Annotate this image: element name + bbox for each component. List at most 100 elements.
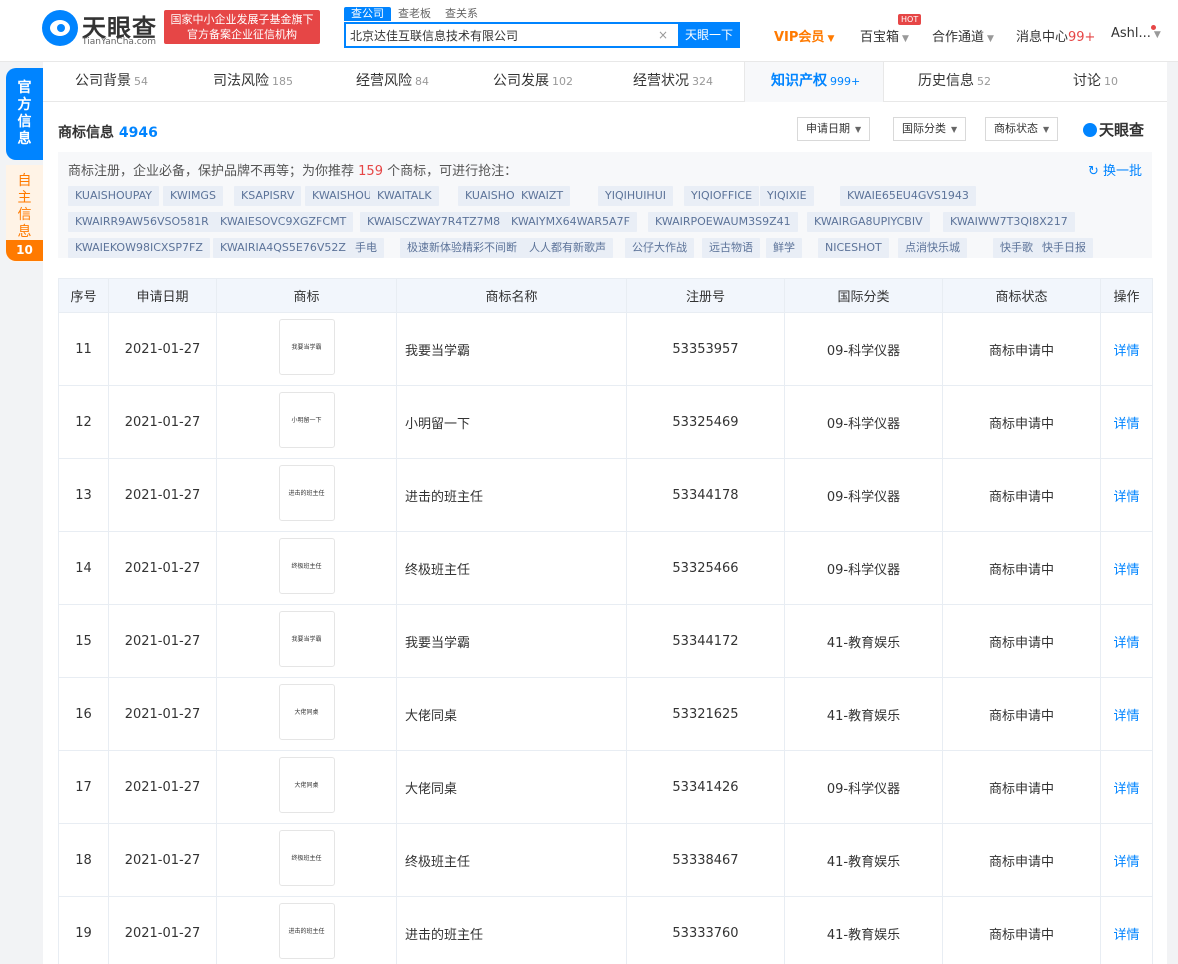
tianyancha-logo[interactable]: 天眼查 TianYanCha.com <box>42 8 157 47</box>
clear-icon[interactable]: × <box>658 28 668 42</box>
message-center-link[interactable]: 消息中心99+ <box>1016 26 1095 45</box>
tab-label: 经营风险 <box>356 73 412 89</box>
cooperation-menu[interactable]: 合作通道 ▼ <box>932 26 994 45</box>
tab-label: 历史信息 <box>918 73 974 89</box>
tab-company-development[interactable]: 公司发展 102 <box>493 62 573 102</box>
recommend-chip[interactable]: KWAISCZWAY7R4TZ7M8 <box>360 212 508 232</box>
table-row: 12 2021-01-27 小明留一下 小明留一下 53325469 09-科学仪器 商标申… <box>58 385 1153 459</box>
sidebar-official-info[interactable]: 官方信息 <box>6 68 43 160</box>
recommend-chip[interactable]: 远古物语 <box>702 238 760 258</box>
detail-link[interactable]: 详情 <box>1113 709 1139 724</box>
trademark-image[interactable]: 我要当学霸 <box>278 319 335 375</box>
trademark-image[interactable]: 小明留一下 <box>278 392 335 448</box>
chevron-down-icon: ▼ <box>827 34 835 44</box>
row-intl-class: 41-教育娱乐 <box>784 677 943 751</box>
search-button[interactable]: 天眼一下 <box>678 24 740 46</box>
row-index: 13 <box>58 458 109 532</box>
recommend-chip[interactable]: NICESHOT <box>818 238 889 258</box>
recommend-chip[interactable]: YIQIOFFICE <box>684 186 760 206</box>
filter-mark-status[interactable]: 商标状态 ▼ <box>985 117 1059 141</box>
recommend-chip[interactable]: KWAIRPOEWAUM3S9Z41 <box>648 212 798 232</box>
recommend-chip[interactable]: 极速新体验精彩不间断 <box>400 238 524 258</box>
tab-discussion[interactable]: 讨论 10 <box>1073 62 1118 102</box>
row-reg-number: 53344172 <box>626 604 785 678</box>
tab-judicial-risk[interactable]: 司法风险 185 <box>213 62 293 102</box>
row-apply-date: 2021-01-27 <box>108 896 217 964</box>
recommend-chip[interactable]: KWAITALK <box>370 186 439 206</box>
search-input[interactable] <box>350 24 650 46</box>
recommend-chip[interactable]: KWAIRIA4QS5E76V52Z <box>213 238 353 258</box>
detail-link[interactable]: 详情 <box>1113 928 1139 943</box>
logo-domain: TianYanCha.com <box>82 37 157 47</box>
recommend-chip[interactable]: KWAIZT <box>514 186 571 206</box>
tab-company-background[interactable]: 公司背景 54 <box>75 62 148 102</box>
trademark-image[interactable]: 我要当学霸 <box>278 611 335 667</box>
recommend-chip[interactable]: KWAIYMX64WAR5A7F <box>504 212 637 232</box>
detail-link[interactable]: 详情 <box>1113 855 1139 870</box>
trademark-image[interactable]: 进击的班主任 <box>278 465 335 521</box>
recommend-chip[interactable]: YIQIHUIHUI <box>598 186 673 206</box>
recommend-chip[interactable]: 快手日报 <box>1035 238 1093 258</box>
trademark-image[interactable]: 大佬同桌 <box>278 757 335 813</box>
recommend-chip[interactable]: KWAIWW7T3QI8X217 <box>943 212 1075 232</box>
recommend-chip[interactable]: 人人都有新歌声 <box>522 238 613 258</box>
row-action-cell: 详情 <box>1100 823 1153 897</box>
row-apply-date: 2021-01-27 <box>108 531 217 605</box>
recommend-chip[interactable]: 公仔大作战 <box>625 238 694 258</box>
filter-intl-class[interactable]: 国际分类 ▼ <box>893 117 967 141</box>
recommend-chip[interactable]: KWAIE65EU4GVS1943 <box>840 186 976 206</box>
header-action: 操作 <box>1100 278 1153 313</box>
search-tab-company[interactable]: 查公司 <box>344 7 391 21</box>
tab-business-status[interactable]: 经营状况 324 <box>633 62 713 102</box>
trademark-image[interactable]: 终极班主任 <box>278 538 335 594</box>
detail-link[interactable]: 详情 <box>1113 636 1139 651</box>
filter-label: 国际分类 <box>902 122 946 135</box>
search-tab-boss[interactable]: 查老板 <box>391 7 438 21</box>
table-row: 13 2021-01-27 进击的班主任 进击的班主任 53344178 09-科学仪器商… <box>58 458 1153 532</box>
detail-link[interactable]: 详情 <box>1113 490 1139 505</box>
trademark-image[interactable]: 终极班主任 <box>278 830 335 886</box>
recommend-chip[interactable]: KWAIRR9AW56VSO581R <box>68 212 216 232</box>
recommend-chip[interactable]: YIQIXIE <box>760 186 814 206</box>
chevron-down-icon: ▼ <box>1153 30 1161 40</box>
recommend-chip[interactable]: 快手歌 <box>993 238 1040 258</box>
detail-link[interactable]: 详情 <box>1113 563 1139 578</box>
recommend-chip[interactable]: KSAPISRV <box>234 186 302 206</box>
tab-count: 324 <box>692 75 713 88</box>
detail-link[interactable]: 详情 <box>1113 417 1139 432</box>
recommend-chip[interactable]: KWAIESOVC9XGZFCMT <box>213 212 354 232</box>
detail-link[interactable]: 详情 <box>1113 782 1139 797</box>
refresh-button[interactable]: ↻ 换一批 <box>1088 160 1142 179</box>
tab-count: 54 <box>134 75 148 88</box>
detail-link[interactable]: 详情 <box>1113 344 1139 359</box>
row-index: 17 <box>58 750 109 824</box>
row-mark-name: 我要当学霸 <box>396 312 627 386</box>
recommend-chip[interactable]: KWAIRGA8UPIYCBIV <box>807 212 930 232</box>
recommend-chip[interactable]: KWAIEKOW98ICXSP7FZ <box>68 238 210 258</box>
recommend-chip[interactable]: 点消快乐城 <box>898 238 967 258</box>
row-action-cell: 详情 <box>1100 531 1153 605</box>
recommend-chip[interactable]: KUAISHOUPAY <box>68 186 160 206</box>
vip-member-menu[interactable]: VIP会员 ▼ <box>774 26 834 45</box>
recommend-chip[interactable]: KWIMGS <box>163 186 223 206</box>
eye-logo-icon <box>1083 123 1097 137</box>
row-intl-class: 41-教育娱乐 <box>784 896 943 964</box>
row-action-cell: 详情 <box>1100 385 1153 459</box>
recommend-chip[interactable]: 手电 <box>348 238 384 258</box>
tab-business-risk[interactable]: 经营风险 84 <box>356 62 429 102</box>
trademark-image[interactable]: 大佬同桌 <box>278 684 335 740</box>
hot-badge: HOT <box>898 14 922 25</box>
chevron-down-icon: ▼ <box>902 34 909 44</box>
search-tab-relation[interactable]: 查关系 <box>438 7 485 21</box>
tab-intellectual-property[interactable]: 知识产权 999+ <box>744 62 884 102</box>
baibaoxiang-menu[interactable]: 百宝箱 ▼ <box>860 26 909 45</box>
row-intl-class: 41-教育娱乐 <box>784 604 943 678</box>
tab-history-info[interactable]: 历史信息 52 <box>918 62 991 102</box>
trademark-image[interactable]: 进击的班主任 <box>278 903 335 959</box>
row-action-cell: 详情 <box>1100 896 1153 964</box>
filter-apply-date[interactable]: 申请日期 ▼ <box>797 117 871 141</box>
header-reg-number: 注册号 <box>626 278 785 313</box>
row-mark-cell: 我要当学霸 <box>216 604 397 678</box>
recommend-chip[interactable]: 鲜学 <box>766 238 802 258</box>
message-center-label: 消息中心 <box>1016 30 1069 45</box>
